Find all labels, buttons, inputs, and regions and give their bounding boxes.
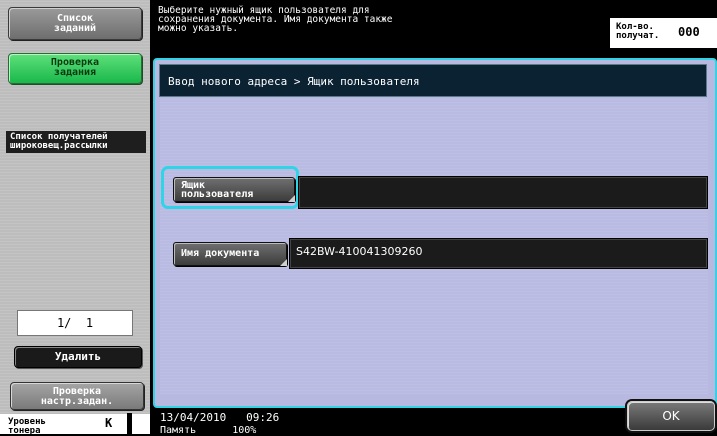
ok-button[interactable]: OK [627,401,715,431]
user-box-field[interactable] [298,176,708,209]
instruction-message: Выберите нужный ящик пользователя для со… [158,5,393,34]
recipients-count: 000 [678,25,700,39]
check-job-button[interactable]: Проверка задания [8,53,142,84]
toner-color-label: K [105,416,113,430]
date-time: 13/04/2010 09:26 [160,411,280,424]
memory-status: Память 100% [160,425,257,436]
document-name-value: S42BW-410041309260 [296,245,423,258]
broadcast-recipients-list-tab[interactable]: Список получателей широковещ.рассылки [6,131,146,153]
toner-level-bar [127,413,132,434]
job-list-button[interactable]: Список заданий [8,7,142,40]
recipients-label: Кол-во. получат. [616,22,660,41]
document-name-button[interactable]: Имя документа [173,242,287,266]
user-box-button[interactable]: Ящик пользователя [173,177,295,202]
breadcrumb: Ввод нового адреса > Ящик пользователя [159,64,707,97]
check-settings-button[interactable]: Проверка настр.задан. [10,382,144,410]
page-indicator: 1/ 1 [17,310,133,336]
delete-button[interactable]: Удалить [14,346,142,368]
